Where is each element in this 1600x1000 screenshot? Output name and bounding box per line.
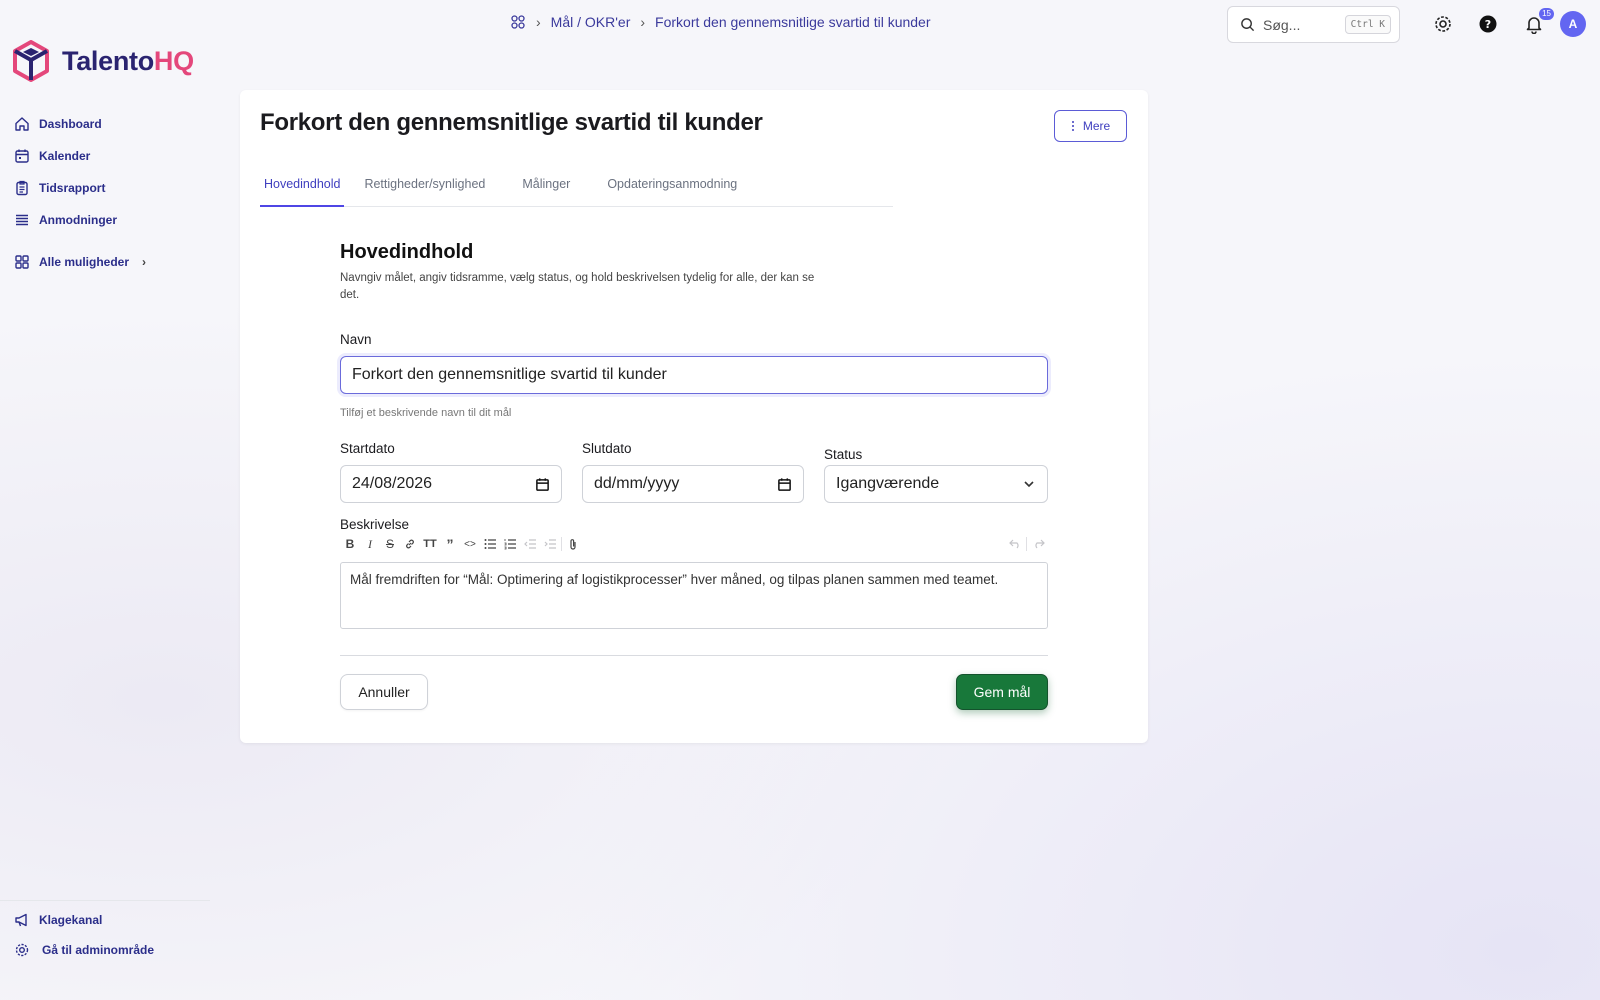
name-label: Navn <box>340 332 372 347</box>
name-field[interactable]: Forkort den gennemsnitlige svartid til k… <box>340 356 1048 394</box>
sidebar-item-tidsrapport[interactable]: Tidsrapport <box>14 172 204 204</box>
stack-icon <box>16 214 28 226</box>
sidebar-item-kalender[interactable]: Kalender <box>14 140 204 172</box>
logo[interactable]: TalentoHQ <box>12 40 194 82</box>
description-editor[interactable]: Mål fremdriften for “Mål: Optimering af … <box>340 562 1048 629</box>
settings-button[interactable] <box>1431 12 1455 36</box>
status-value: Igangværende <box>836 475 940 492</box>
form-divider <box>340 655 1048 656</box>
tab-bar: Hovedindhold Rettigheder/synlighed Målin… <box>260 163 893 207</box>
cancel-button[interactable]: Annuller <box>340 674 428 710</box>
calendar-icon <box>15 149 29 163</box>
logo-cube-icon <box>13 40 49 82</box>
more-label: Mere <box>1082 119 1111 133</box>
home-icon <box>15 117 29 131</box>
sidebar-item-label: Klagekanal <box>39 913 103 927</box>
apps-grid-icon[interactable] <box>510 14 526 30</box>
breadcrumb-current: Forkort den gennemsnitlige svartid til k… <box>655 14 931 30</box>
svg-text:?: ? <box>1485 18 1491 31</box>
description-label: Beskrivelse <box>340 517 410 532</box>
megaphone-icon <box>15 913 27 927</box>
start-date-label: Startdato <box>340 441 395 456</box>
heading-icon[interactable]: TT <box>420 535 440 553</box>
sidebar-item-all-options[interactable]: Alle muligheder › <box>14 246 204 278</box>
page-title: Forkort den gennemsnitlige svartid til k… <box>260 109 763 136</box>
avatar[interactable]: A <box>1560 11 1586 37</box>
logo-wordmark: TalentoHQ <box>62 45 194 76</box>
quote-icon[interactable]: ” <box>440 535 460 553</box>
sidebar-item-anmodninger[interactable]: Anmodninger <box>14 204 204 236</box>
section-description: Navngiv målet, angiv tidsramme, vælg sta… <box>340 272 815 301</box>
italic-icon[interactable]: I <box>360 535 380 553</box>
search-placeholder: Søg... <box>1263 16 1301 33</box>
chevron-right-icon: › <box>142 255 147 269</box>
sidebar-nav: Dashboard Kalender Tidsrapport Anmodning… <box>14 108 204 278</box>
save-button[interactable]: Gem mål <box>956 674 1048 710</box>
toolbar-divider <box>1026 537 1027 551</box>
strikethrough-icon[interactable]: S <box>380 535 400 553</box>
sidebar-item-admin[interactable]: Gå til adminområde <box>14 935 214 965</box>
attachment-icon[interactable] <box>563 535 583 553</box>
search-input[interactable]: Søg... Ctrl K <box>1227 6 1400 43</box>
toolbar-divider <box>561 537 562 551</box>
undo-icon[interactable] <box>1005 535 1025 553</box>
sidebar-item-label: Tidsrapport <box>39 181 106 195</box>
end-date-field[interactable]: dd/mm/yyyy <box>582 465 804 503</box>
calendar-icon[interactable] <box>777 477 792 492</box>
chevron-right-icon: › <box>536 14 541 30</box>
chevron-down-icon <box>1024 481 1034 488</box>
name-value: Forkort den gennemsnitlige svartid til k… <box>352 366 667 383</box>
sidebar-item-label: Kalender <box>39 149 91 163</box>
sidebar-item-label: Gå til adminområde <box>42 943 155 957</box>
clipboard-icon <box>16 180 28 196</box>
sidebar-item-label: Alle muligheder <box>39 255 130 269</box>
sidebar-item-dashboard[interactable]: Dashboard <box>14 108 204 140</box>
more-button[interactable]: Mere <box>1054 110 1127 142</box>
tab-maalinger[interactable]: Målinger <box>518 163 587 207</box>
sidebar: TalentoHQ Dashboard Kalender Tidsrapport… <box>0 0 210 1000</box>
start-date-value: 24/08/2026 <box>352 475 433 492</box>
breadcrumb: › Mål / OKR'er › Forkort den gennemsnitl… <box>510 14 931 30</box>
link-icon[interactable] <box>400 535 420 553</box>
editor-toolbar: B I S TT ” <> <box>340 535 1048 553</box>
calendar-icon[interactable] <box>535 477 550 492</box>
shortcut-hint: Ctrl K <box>1344 15 1391 34</box>
sidebar-item-label: Dashboard <box>39 117 102 131</box>
sidebar-item-klagekanal[interactable]: Klagekanal <box>14 905 214 935</box>
sidebar-bottom: Klagekanal Gå til adminområde <box>0 900 214 965</box>
numbered-list-icon[interactable] <box>500 535 520 553</box>
code-icon[interactable]: <> <box>460 535 480 553</box>
redo-icon[interactable] <box>1028 535 1048 553</box>
tab-hovedindhold[interactable]: Hovedindhold <box>260 163 345 207</box>
bold-icon[interactable]: B <box>340 535 360 553</box>
chevron-right-icon: › <box>640 14 646 30</box>
search-icon <box>1241 18 1255 32</box>
section-title: Hovedindhold <box>340 241 474 263</box>
gear-icon <box>15 943 29 957</box>
name-hint: Tilføj et beskrivende navn til dit mål <box>340 407 512 419</box>
notifications-button[interactable]: 15 <box>1522 8 1554 36</box>
sidebar-item-label: Anmodninger <box>39 213 117 227</box>
help-icon: ? <box>1479 15 1497 33</box>
main-card: Forkort den gennemsnitlige svartid til k… <box>240 90 1148 743</box>
grid-icon <box>15 255 29 269</box>
end-date-placeholder: dd/mm/yyyy <box>594 475 680 492</box>
notification-badge: 15 <box>1539 8 1554 20</box>
indent-icon[interactable] <box>540 535 560 553</box>
tab-opdateringsanmodning[interactable]: Opdateringsanmodning <box>603 163 754 207</box>
status-select[interactable]: Igangværende <box>824 465 1048 503</box>
help-button[interactable]: ? <box>1476 12 1500 36</box>
breadcrumb-section[interactable]: Mål / OKR'er <box>551 14 631 30</box>
end-date-label: Slutdato <box>582 441 632 456</box>
start-date-field[interactable]: 24/08/2026 <box>340 465 562 503</box>
outdent-icon[interactable] <box>520 535 540 553</box>
tab-rettigheder[interactable]: Rettigheder/synlighed <box>360 163 502 207</box>
divider <box>0 900 210 901</box>
gear-icon <box>1435 16 1451 32</box>
status-label: Status <box>824 447 863 462</box>
kebab-icon <box>1071 121 1074 131</box>
bullet-list-icon[interactable] <box>480 535 500 553</box>
